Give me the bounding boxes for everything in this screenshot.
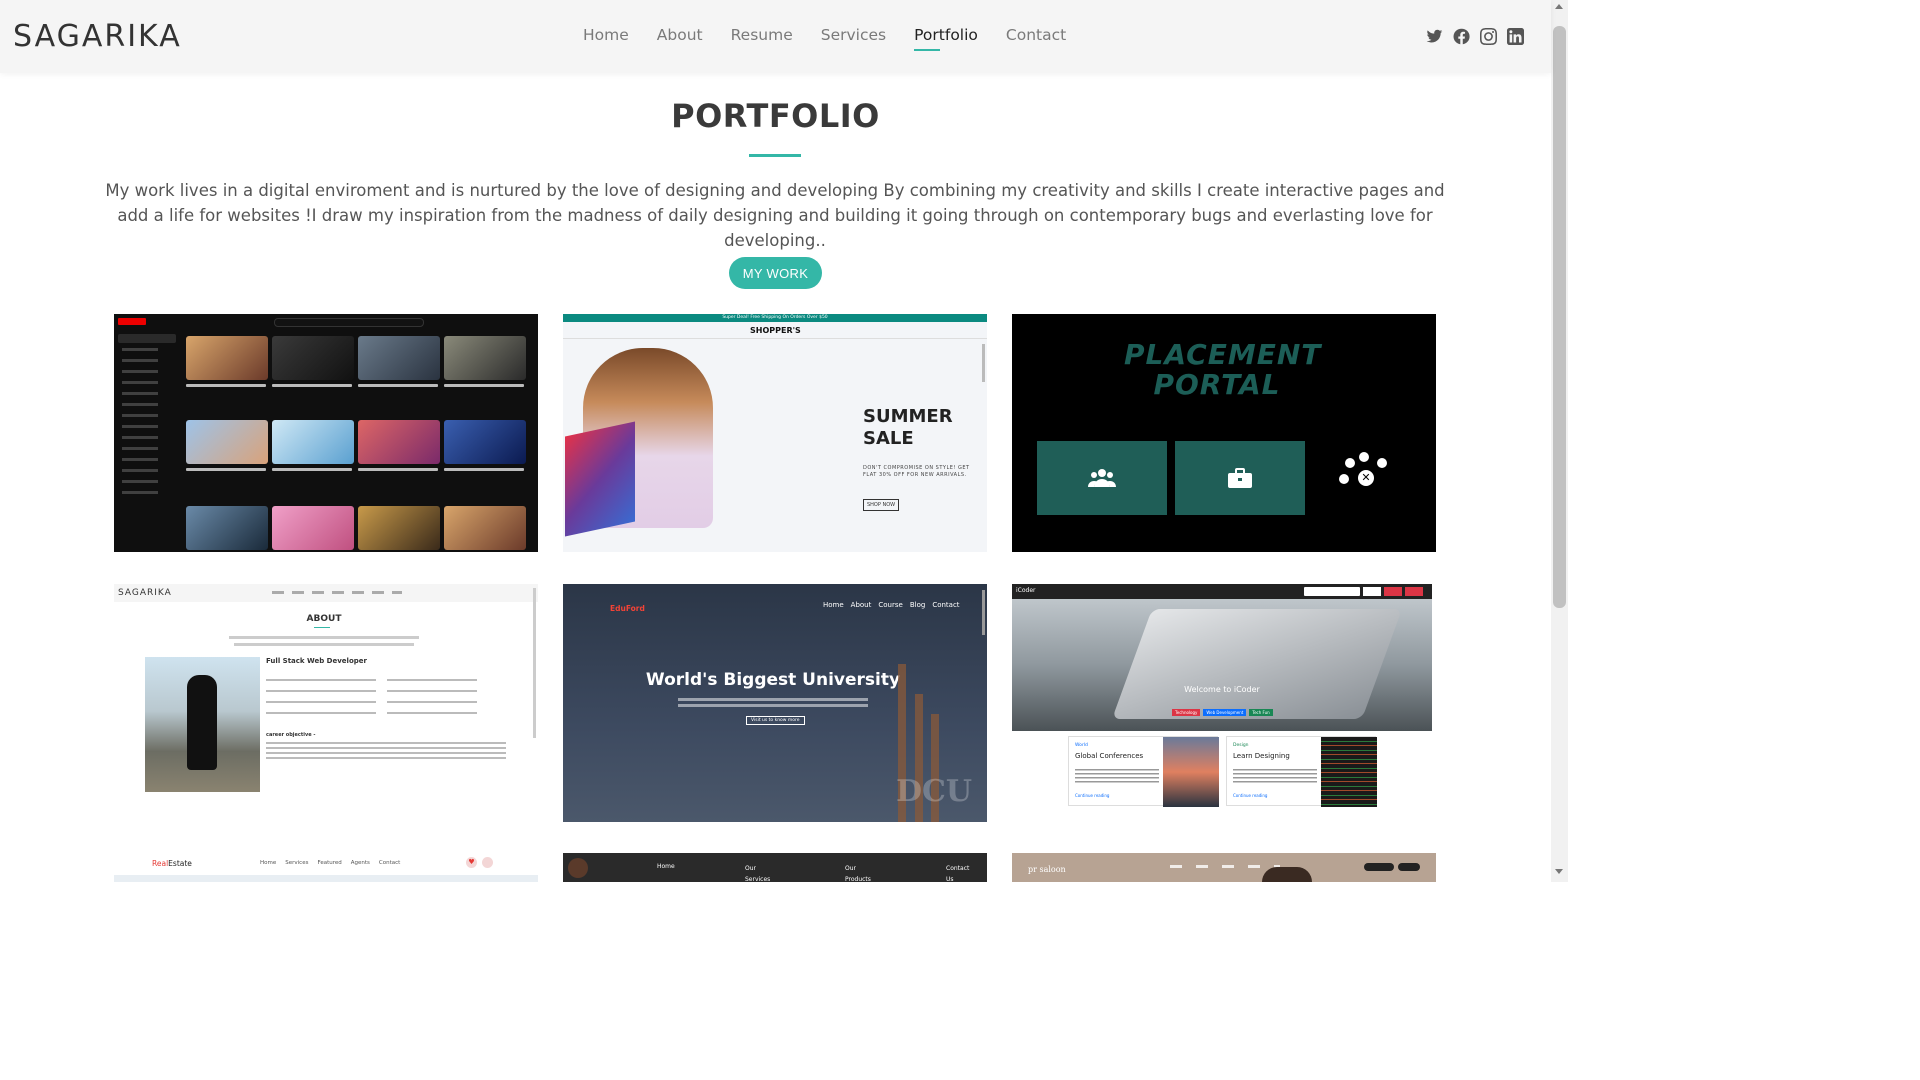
about-logo: SAGARIKA: [118, 588, 172, 598]
shoppers-screenshot: Super Deal! Free Shipping On Orders Over…: [563, 314, 987, 552]
icoder-hero-text: Welcome to iCoder: [1184, 685, 1260, 694]
users-icon: [1088, 469, 1116, 487]
social-links: [1425, 27, 1525, 46]
youtube-screenshot: [114, 314, 538, 552]
company-nav-contact: Contact Us: [946, 865, 970, 882]
portfolio-item-eduford[interactable]: EduFord Home About Course Blog Contact World…: [563, 584, 987, 822]
youtube-search-box: [274, 318, 424, 327]
scroll-up-arrow-icon[interactable]: [1555, 4, 1563, 9]
placement-jobs-tile: [1175, 441, 1305, 515]
company-nav-home: Home: [657, 863, 675, 870]
nav-about[interactable]: About: [657, 26, 703, 51]
shopping-bags: [565, 421, 635, 537]
user-icon: [482, 857, 493, 868]
title-underline: [749, 154, 801, 157]
twitter-icon[interactable]: [1425, 27, 1444, 46]
heart-icon: ♥: [466, 857, 477, 868]
placement-title: PLACEMENT PORTAL: [1124, 338, 1322, 401]
eduford-headline: World's Biggest University: [645, 670, 901, 690]
facebook-icon[interactable]: [1452, 27, 1471, 46]
portfolio-item-youtube-clone[interactable]: [114, 314, 538, 552]
portfolio-item-about-page[interactable]: SAGARIKA ABOUT Full Stack Web Developer …: [114, 584, 538, 822]
nav-contact[interactable]: Contact: [1006, 26, 1066, 51]
eduford-nav: Home About Course Blog Contact: [823, 601, 960, 609]
eduford-screenshot: EduFord Home About Course Blog Contact World…: [563, 584, 987, 822]
scrollbar-thumb[interactable]: [1553, 26, 1566, 608]
portfolio-item-company-site[interactable]: Home Our Services Our Products Contact U…: [563, 853, 987, 882]
saloon-logo: pr saloon: [1028, 865, 1066, 874]
shoppers-banner-text: Super Deal! Free Shipping On Orders Over…: [722, 315, 828, 320]
eduford-cta-button: Visit us to know more: [746, 716, 805, 725]
icoder-article-card-2: Design Learn Designing Continue reading: [1226, 736, 1377, 807]
eduford-watermark: DCU: [896, 774, 973, 809]
company-nav-products: Our Products: [845, 865, 871, 882]
portfolio-item-placement-portal[interactable]: PLACEMENT PORTAL ✕: [1012, 314, 1436, 552]
linkedin-icon[interactable]: [1506, 27, 1525, 46]
portfolio-title: PORTFOLIO: [671, 97, 880, 135]
placement-screenshot: PLACEMENT PORTAL ✕: [1012, 314, 1436, 552]
icoder-hero-tags: Technology Web Development Tech Fun: [1172, 709, 1273, 716]
about-profile-photo: [145, 657, 260, 792]
instagram-icon[interactable]: [1479, 27, 1498, 46]
about-role: Full Stack Web Developer: [266, 657, 367, 665]
youtube-logo-icon: [118, 318, 146, 325]
nav-services[interactable]: Services: [821, 26, 886, 51]
site-header: SAGARIKA Home About Resume Services Port…: [0, 0, 1551, 73]
portfolio-item-saloon[interactable]: pr saloon: [1012, 853, 1436, 882]
portfolio-item-icoder[interactable]: iCoder Welcome to iCoder Technology Web …: [1012, 584, 1436, 822]
realestate-nav: Home Services Featured Agents Contact: [260, 860, 401, 866]
nav-home[interactable]: Home: [583, 26, 629, 51]
youtube-sidebar: [122, 348, 158, 498]
icoder-article-card-1: World Global Conferences Continue readin…: [1068, 736, 1219, 807]
about-heading: ABOUT: [306, 614, 342, 624]
nav-portfolio[interactable]: Portfolio: [914, 26, 978, 51]
close-icon: ✕: [1358, 470, 1374, 486]
portfolio-intro: My work lives in a digital enviroment an…: [105, 181, 1445, 250]
briefcase-icon: [1228, 468, 1252, 488]
nav-resume[interactable]: Resume: [731, 26, 793, 51]
placement-students-tile: [1037, 441, 1167, 515]
shoppers-subtext: DON'T COMPROMISE ON STYLE! GET FLAT 30% …: [863, 465, 970, 478]
main-nav: Home About Resume Services Portfolio Con…: [583, 26, 1094, 51]
placement-fab-menu: ✕: [1337, 452, 1387, 492]
icoder-screenshot: iCoder Welcome to iCoder Technology Web …: [1012, 584, 1436, 822]
page-scrollbar[interactable]: [1551, 0, 1568, 882]
icoder-logo: iCoder: [1016, 587, 1036, 594]
portfolio-item-shoppers[interactable]: Super Deal! Free Shipping On Orders Over…: [563, 314, 987, 552]
shoppers-shop-now-button: SHOP NOW: [863, 499, 900, 511]
shoppers-headline: SUMMER SALE: [863, 406, 953, 449]
portfolio-item-realestate[interactable]: RealEstate Home Services Featured Agents Con…: [114, 853, 538, 882]
company-nav-services: Our Services: [745, 865, 771, 882]
scroll-down-arrow-icon[interactable]: [1555, 869, 1563, 874]
about-objective: career objective -: [266, 732, 316, 738]
eduford-logo: EduFord: [610, 604, 645, 613]
site-logo[interactable]: SAGARIKA: [13, 19, 182, 54]
shoppers-brand: SHOPPER'S: [750, 326, 801, 335]
my-work-filter-button[interactable]: MY WORK: [729, 257, 822, 289]
about-screenshot: SAGARIKA ABOUT Full Stack Web Developer …: [114, 584, 538, 822]
realestate-logo: RealEstate: [152, 859, 192, 868]
